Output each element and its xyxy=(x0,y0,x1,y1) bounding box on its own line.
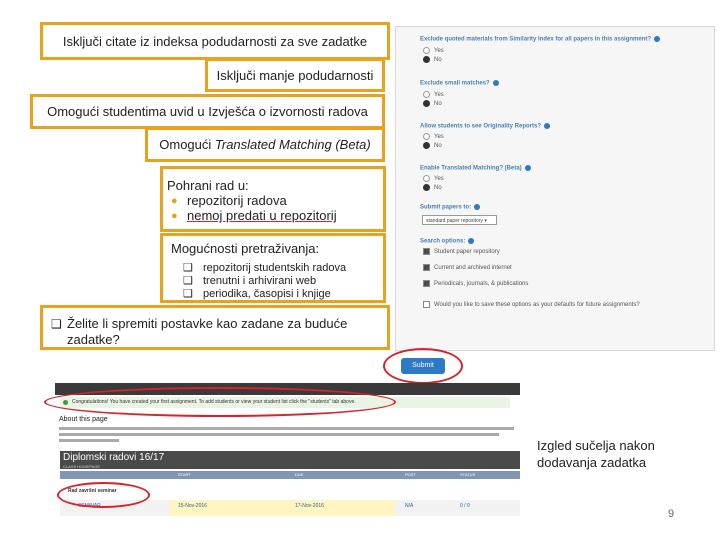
store-list: ● repozitorij radova ● nemoj predati u rep… xyxy=(167,193,383,223)
text-line xyxy=(59,433,499,436)
help-icon[interactable] xyxy=(468,238,475,244)
assignment-settings-panel: Exclude quoted materials from Similarity… xyxy=(395,26,715,351)
help-icon[interactable] xyxy=(474,204,481,210)
list-item: ❑ trenutni i arhivirani web xyxy=(183,275,317,287)
col-post: POST xyxy=(405,472,416,477)
help-icon[interactable] xyxy=(492,80,499,86)
checkbox-bullet-icon: ❑ xyxy=(51,317,62,331)
radio-icon xyxy=(423,133,430,140)
callout-allow-view: Omogući studentima uvid u Izvješća o izv… xyxy=(30,94,385,129)
highlight-ellipse-banner xyxy=(44,387,396,417)
radio-icon xyxy=(423,91,430,98)
search-title: Mogućnosti pretraživanja: xyxy=(171,241,320,256)
callout-text: Omogući studentima uvid u Izvješća o izv… xyxy=(47,104,368,119)
page-number: 9 xyxy=(668,508,675,520)
list-item: ❑ periodika, časopisi i knjige xyxy=(183,288,331,300)
radio-icon xyxy=(423,47,430,54)
side-note-line: Izgled sučelja nakon xyxy=(537,438,655,453)
checkbox-checked-icon xyxy=(423,248,430,255)
exclude-small-question: Exclude small matches? xyxy=(420,80,499,87)
col-start: START xyxy=(178,472,191,477)
checkbox-checked-icon xyxy=(423,264,430,271)
checkbox-bullet-icon: ❑ xyxy=(183,288,193,300)
translated-matching-no[interactable]: No xyxy=(423,184,442,191)
callout-text: Isključi citate iz indeksa podudarnosti … xyxy=(62,33,368,49)
checkbox-bullet-icon: ❑ xyxy=(183,262,193,274)
allow-reports-yes[interactable]: Yes xyxy=(423,133,444,140)
callout-text: Želite li spremiti postavke kao zadane z… xyxy=(67,316,348,347)
submit-papers-question: Submit papers to: xyxy=(420,204,481,211)
callout-exclude-small: Isključi manje podudarnosti xyxy=(205,58,385,92)
help-icon[interactable] xyxy=(654,36,661,42)
allow-reports-question: Allow students to see Originality Report… xyxy=(420,123,551,130)
list-item: ● nemoj predati u repozitorij xyxy=(171,208,337,223)
help-icon[interactable] xyxy=(524,165,531,171)
radio-selected-icon xyxy=(423,56,430,63)
help-icon[interactable] xyxy=(544,123,551,129)
callout-save-defaults: ❑ Želite li spremiti postavke kao zadane… xyxy=(40,305,390,350)
class-title: Diplomski radovi 16/17 xyxy=(63,452,165,463)
row-start: 15-Nov-2016 xyxy=(178,503,207,509)
radio-selected-icon xyxy=(423,184,430,191)
side-note: Izgled sučelja nakon dodavanja zadatka xyxy=(537,437,655,471)
list-item: ❑ repozitorij studentskih radova xyxy=(183,262,347,274)
save-defaults-checkbox[interactable]: Would you like to save these options as … xyxy=(423,301,640,308)
search-student-repo-checkbox[interactable]: Student paper repository xyxy=(423,248,500,255)
table-header: START DUE POST STATUS xyxy=(60,471,520,479)
callout-search: Mogućnosti pretraživanja: ❑ repozitorij s… xyxy=(160,233,386,303)
translated-matching-yes[interactable]: Yes xyxy=(423,175,444,182)
callout-italic: Translated Matching (Beta) xyxy=(214,137,371,152)
exclude-small-no[interactable]: No xyxy=(423,100,442,107)
exclude-quotes-no[interactable]: No xyxy=(423,56,442,63)
about-title: About this page xyxy=(59,416,108,423)
allow-reports-no[interactable]: No xyxy=(423,142,442,149)
row-post: N/A xyxy=(405,503,414,509)
callout-text: Omogući Translated Matching (Beta) xyxy=(159,137,371,152)
search-internet-checkbox[interactable]: Current and archived internet xyxy=(423,264,512,271)
highlight-ellipse xyxy=(383,348,463,384)
exclude-quotes-yes[interactable]: Yes xyxy=(423,47,444,54)
translated-matching-question: Enable Translated Matching? (Beta) xyxy=(420,165,531,172)
checkbox-checked-icon xyxy=(423,280,430,287)
bullet-icon: ● xyxy=(171,195,178,207)
bullet-icon: ● xyxy=(171,210,178,222)
callout-translated: Omogući Translated Matching (Beta) xyxy=(145,127,385,162)
class-subtitle: CLASS HOMEPAGE xyxy=(63,464,101,469)
radio-selected-icon xyxy=(423,100,430,107)
checkbox-bullet-icon: ❑ xyxy=(183,275,193,287)
search-periodicals-checkbox[interactable]: Periodicals, journals, & publications xyxy=(423,280,528,287)
text-line xyxy=(59,427,514,430)
list-item: ● repozitorij radova xyxy=(171,193,287,208)
col-status: STATUS xyxy=(460,472,476,477)
text-line xyxy=(59,439,119,442)
highlight-ellipse-section xyxy=(57,482,150,508)
callout-exclude-quotes: Isključi citate iz indeksa podudarnosti … xyxy=(40,22,390,60)
side-note-line: dodavanja zadatka xyxy=(537,455,647,470)
row-status: 0 / 0 xyxy=(460,503,470,509)
callout-text: Isključi manje podudarnosti xyxy=(216,67,374,83)
search-list: ❑ repozitorij studentskih radova ❑ trenutn… xyxy=(179,262,383,301)
row-due: 17-Nov-2016 xyxy=(295,503,324,509)
col-due: DUE xyxy=(295,472,304,477)
callout-store: Pohrani rad u: ● repozitorij radova ● nemo… xyxy=(160,166,386,232)
exclude-quotes-question: Exclude quoted materials from Similarity… xyxy=(420,36,661,43)
radio-icon xyxy=(423,175,430,182)
store-title: Pohrani rad u: xyxy=(167,178,249,193)
checkbox-icon xyxy=(423,301,430,308)
exclude-small-yes[interactable]: Yes xyxy=(423,91,444,98)
repository-select[interactable]: standard paper repository ▾ xyxy=(422,215,497,225)
search-options-question: Search options: xyxy=(420,238,475,245)
radio-selected-icon xyxy=(423,142,430,149)
